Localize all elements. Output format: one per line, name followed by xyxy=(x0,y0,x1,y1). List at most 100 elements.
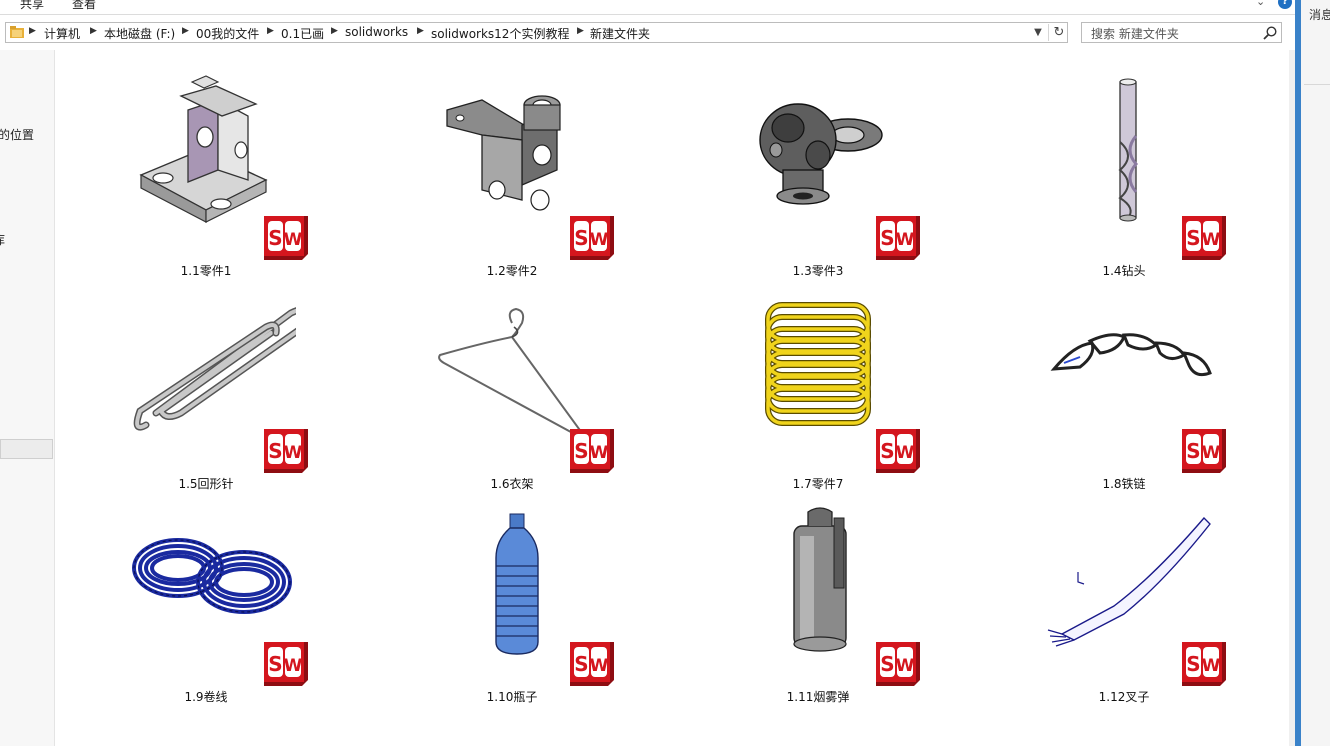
breadcrumb-item[interactable]: 计算机 xyxy=(44,25,80,42)
svg-text:W: W xyxy=(284,656,303,676)
breadcrumb-separator-icon[interactable]: ▶ xyxy=(90,26,97,36)
breadcrumb-item[interactable]: solidworks xyxy=(345,25,408,39)
svg-text:W: W xyxy=(590,230,609,250)
svg-text:W: W xyxy=(590,656,609,676)
breadcrumb-separator-icon[interactable]: ▶ xyxy=(577,26,584,36)
svg-text:S: S xyxy=(880,439,894,463)
file-name[interactable]: 1.11烟雾弹 xyxy=(698,688,938,705)
svg-text:W: W xyxy=(590,443,609,463)
file-name[interactable]: 1.8铁链 xyxy=(1004,475,1244,492)
file-item[interactable]: S W 1.5回形针 xyxy=(86,283,326,491)
part-hanger-thumbnail xyxy=(438,307,585,440)
breadcrumb-separator-icon[interactable]: ▶ xyxy=(267,26,274,36)
part-valve-thumbnail xyxy=(759,103,883,205)
folder-icon xyxy=(10,26,24,38)
file-name[interactable]: 1.1零件1 xyxy=(86,262,326,279)
part-bracket-thumbnail xyxy=(139,75,268,223)
navigation-pane[interactable]: 的位置 库 xyxy=(0,50,55,746)
file-item[interactable]: S W 1.4钻头 xyxy=(1004,70,1244,278)
search-icon[interactable] xyxy=(1262,25,1278,41)
file-item[interactable]: S W 1.11烟雾弹 xyxy=(698,496,938,704)
file-name[interactable]: 1.4钻头 xyxy=(1004,262,1244,279)
part-paperclip-thumbnail xyxy=(133,307,296,431)
file-name[interactable]: 1.2零件2 xyxy=(392,262,632,279)
file-item[interactable]: S W 1.7零件7 xyxy=(698,283,938,491)
file-item[interactable]: S W 1.1零件1 xyxy=(86,70,326,278)
file-list[interactable]: S W 1.1零件1 S W 1.2零件2 S W 1.3零件3 S W 1.4… xyxy=(55,50,1289,746)
message-panel-title: 消息 xyxy=(1309,8,1330,22)
solidworks-file-icon: S W xyxy=(570,216,614,260)
refresh-icon[interactable]: ↻ xyxy=(1048,24,1069,41)
part-fork-thumbnail xyxy=(1047,516,1211,647)
svg-text:S: S xyxy=(268,226,282,250)
svg-text:S: S xyxy=(268,439,282,463)
file-item[interactable]: S W 1.3零件3 xyxy=(698,70,938,278)
solidworks-file-icon: S W xyxy=(1182,216,1226,260)
breadcrumb-separator-icon[interactable]: ▶ xyxy=(29,26,36,36)
file-name[interactable]: 1.5回形针 xyxy=(86,475,326,492)
ribbon-expand-icon[interactable]: ⌄ xyxy=(1256,0,1265,8)
solidworks-file-icon: S W xyxy=(570,429,614,473)
part-spring-thumbnail xyxy=(765,302,871,426)
ribbon: 共享 查看 ⌄ ? xyxy=(0,0,1295,15)
search-placeholder: 搜索 新建文件夹 xyxy=(1091,27,1179,41)
file-name[interactable]: 1.10瓶子 xyxy=(392,688,632,705)
part-bottle-thumbnail xyxy=(495,513,539,655)
part-chain-thumbnail xyxy=(1050,333,1212,377)
svg-text:S: S xyxy=(1186,439,1200,463)
nav-item-libraries[interactable]: 库 xyxy=(0,231,5,248)
solidworks-file-icon: S W xyxy=(264,642,308,686)
address-bar[interactable]: ▶ 计算机 ▶ 本地磁盘 (F:) ▶ 00我的文件 ▶ 0.1已画 ▶ sol… xyxy=(5,22,1068,43)
svg-text:W: W xyxy=(284,443,303,463)
file-name[interactable]: 1.9卷线 xyxy=(86,688,326,705)
ribbon-tab-share[interactable]: 共享 xyxy=(20,0,44,12)
svg-text:W: W xyxy=(896,230,915,250)
svg-text:S: S xyxy=(880,652,894,676)
help-icon[interactable]: ? xyxy=(1278,0,1292,9)
file-item[interactable]: S W 1.2零件2 xyxy=(392,70,632,278)
breadcrumb-item-current[interactable]: 新建文件夹 xyxy=(590,25,650,42)
breadcrumb-separator-icon[interactable]: ▶ xyxy=(182,26,189,36)
solidworks-file-icon: S W xyxy=(876,429,920,473)
solidworks-file-icon: S W xyxy=(1182,642,1226,686)
ribbon-tab-view[interactable]: 查看 xyxy=(72,0,96,12)
svg-text:S: S xyxy=(574,226,588,250)
svg-text:S: S xyxy=(574,439,588,463)
file-name[interactable]: 1.7零件7 xyxy=(698,475,938,492)
solidworks-file-icon: S W xyxy=(264,429,308,473)
file-item[interactable]: S W 1.12叉子 xyxy=(1004,496,1244,704)
svg-text:S: S xyxy=(268,652,282,676)
file-name[interactable]: 1.12叉子 xyxy=(1004,688,1244,705)
breadcrumb-item[interactable]: solidworks12个实例教程 xyxy=(431,25,569,42)
file-name[interactable]: 1.6衣架 xyxy=(392,475,632,492)
svg-text:S: S xyxy=(880,226,894,250)
nav-item-recent-places[interactable]: 的位置 xyxy=(0,126,34,143)
svg-text:S: S xyxy=(1186,652,1200,676)
breadcrumb-item[interactable]: 本地磁盘 (F:) xyxy=(104,25,175,42)
message-panel: 消息 xyxy=(1301,0,1330,746)
file-name[interactable]: 1.3零件3 xyxy=(698,262,938,279)
solidworks-file-icon: S W xyxy=(876,216,920,260)
svg-text:W: W xyxy=(1202,443,1221,463)
part-housing-thumbnail xyxy=(446,95,561,211)
breadcrumb-item[interactable]: 00我的文件 xyxy=(196,25,259,42)
svg-text:S: S xyxy=(574,652,588,676)
breadcrumb-separator-icon[interactable]: ▶ xyxy=(417,26,424,36)
part-grenade-thumbnail xyxy=(793,507,847,652)
breadcrumb-item[interactable]: 0.1已画 xyxy=(281,25,324,42)
svg-text:W: W xyxy=(896,443,915,463)
part-coil-thumbnail xyxy=(132,538,292,614)
search-input[interactable]: 搜索 新建文件夹 xyxy=(1081,22,1282,43)
svg-text:S: S xyxy=(1186,226,1200,250)
solidworks-file-icon: S W xyxy=(264,216,308,260)
svg-text:W: W xyxy=(1202,230,1221,250)
breadcrumb-separator-icon[interactable]: ▶ xyxy=(331,26,338,36)
part-drill-thumbnail xyxy=(1118,78,1138,222)
file-item[interactable]: S W 1.9卷线 xyxy=(86,496,326,704)
file-item[interactable]: S W 1.8铁链 xyxy=(1004,283,1244,491)
chevron-down-icon[interactable]: ▼ xyxy=(1029,24,1047,41)
svg-text:W: W xyxy=(1202,656,1221,676)
nav-scrollbar[interactable] xyxy=(0,439,53,459)
file-item[interactable]: S W 1.6衣架 xyxy=(392,283,632,491)
file-item[interactable]: S W 1.10瓶子 xyxy=(392,496,632,704)
